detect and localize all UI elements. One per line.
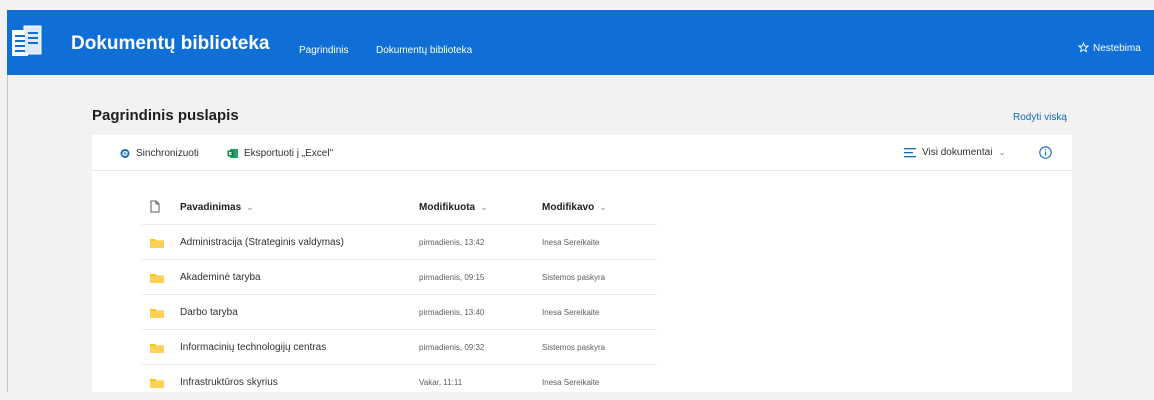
table-row[interactable]: Informacinių technologijų centras pirmad… xyxy=(142,329,657,365)
column-header-modified-by-label: Modifikavo xyxy=(542,202,595,213)
row-modified: pirmadienis, 09:32 xyxy=(419,343,485,352)
star-icon xyxy=(1078,42,1090,53)
row-name[interactable]: Administracija (Strateginis valdymas) xyxy=(180,237,344,248)
row-name[interactable]: Informacinių technologijų centras xyxy=(180,342,326,353)
document-library-icon[interactable] xyxy=(11,24,43,60)
row-modified-by: Inesa Sereikaite xyxy=(542,378,600,387)
row-modified: pirmadienis, 13:40 xyxy=(419,308,485,317)
row-modified-by: Sistemos paskyra xyxy=(542,273,606,282)
column-header-modified-label: Modifikuota xyxy=(419,202,476,213)
sync-label: Sinchronizuoti xyxy=(136,148,199,159)
column-header-modified[interactable]: Modifikuota ⌄ xyxy=(419,202,488,213)
info-icon[interactable] xyxy=(1039,146,1052,159)
table-row[interactable]: Administracija (Strateginis valdymas) pi… xyxy=(142,224,657,260)
page-heading[interactable]: Pagrindinis puslapis xyxy=(92,107,239,124)
row-name[interactable]: Darbo taryba xyxy=(180,307,238,318)
folder-icon xyxy=(150,379,164,388)
column-header-modified-by[interactable]: Modifikavo ⌄ xyxy=(542,202,607,213)
excel-icon xyxy=(227,149,238,158)
suite-header: Dokumentų biblioteka Pagrindinis Dokumen… xyxy=(7,10,1154,75)
view-selector[interactable]: Visi dokumentai ⌄ xyxy=(904,147,1006,158)
folder-icon xyxy=(150,309,164,318)
column-header-name[interactable]: Pavadinimas ⌄ xyxy=(180,202,254,213)
nav-link-document-library[interactable]: Dokumentų biblioteka xyxy=(376,45,472,56)
sync-icon xyxy=(120,149,130,158)
follow-button[interactable]: Nestebima xyxy=(1078,42,1154,54)
row-modified: Vakar, 11:11 xyxy=(419,378,463,387)
folder-icon xyxy=(150,274,164,283)
row-modified-by: Inesa Sereikaite xyxy=(542,308,600,317)
document-list-panel: Sinchronizuoti Eksportuoti į „Excel" Vis… xyxy=(92,135,1072,392)
row-name[interactable]: Akademinė taryba xyxy=(180,272,261,283)
row-name[interactable]: Infrastruktūros skyrius xyxy=(180,377,278,388)
nav-link-home[interactable]: Pagrindinis xyxy=(299,45,348,56)
table-row[interactable]: Akademinė taryba pirmadienis, 09:15 Sist… xyxy=(142,259,657,295)
row-modified-by: Sistemos paskyra xyxy=(542,343,606,352)
view-list-icon xyxy=(904,147,916,157)
folder-icon xyxy=(150,239,164,248)
folder-icon xyxy=(150,344,164,353)
chevron-down-icon: ⌄ xyxy=(998,147,1006,157)
row-modified: pirmadienis, 09:15 xyxy=(419,273,485,282)
follow-label: Nestebima xyxy=(1093,43,1141,54)
export-label: Eksportuoti į „Excel" xyxy=(244,148,334,159)
chevron-down-icon: ⌄ xyxy=(246,202,254,212)
export-excel-button[interactable]: Eksportuoti į „Excel" xyxy=(227,148,333,159)
row-modified: pirmadienis, 13:42 xyxy=(419,238,485,247)
column-header-name-label: Pavadinimas xyxy=(180,202,242,213)
sync-button[interactable]: Sinchronizuoti xyxy=(119,148,199,159)
table-row[interactable]: Darbo taryba pirmadienis, 13:40 Inesa Se… xyxy=(142,294,657,330)
show-all-link[interactable]: Rodyti viską xyxy=(1013,112,1067,123)
file-type-icon xyxy=(150,200,160,213)
chevron-down-icon: ⌄ xyxy=(480,202,488,212)
left-divider xyxy=(7,75,8,392)
view-label: Visi dokumentai xyxy=(922,147,993,158)
table-row[interactable]: Infrastruktūros skyrius Vakar, 11:11 Ine… xyxy=(142,364,657,400)
row-modified-by: Inesa Sereikaite xyxy=(542,238,600,247)
command-bar: Sinchronizuoti Eksportuoti į „Excel" Vis… xyxy=(92,135,1072,171)
chevron-down-icon: ⌄ xyxy=(599,202,607,212)
site-title[interactable]: Dokumentų biblioteka xyxy=(71,33,269,55)
